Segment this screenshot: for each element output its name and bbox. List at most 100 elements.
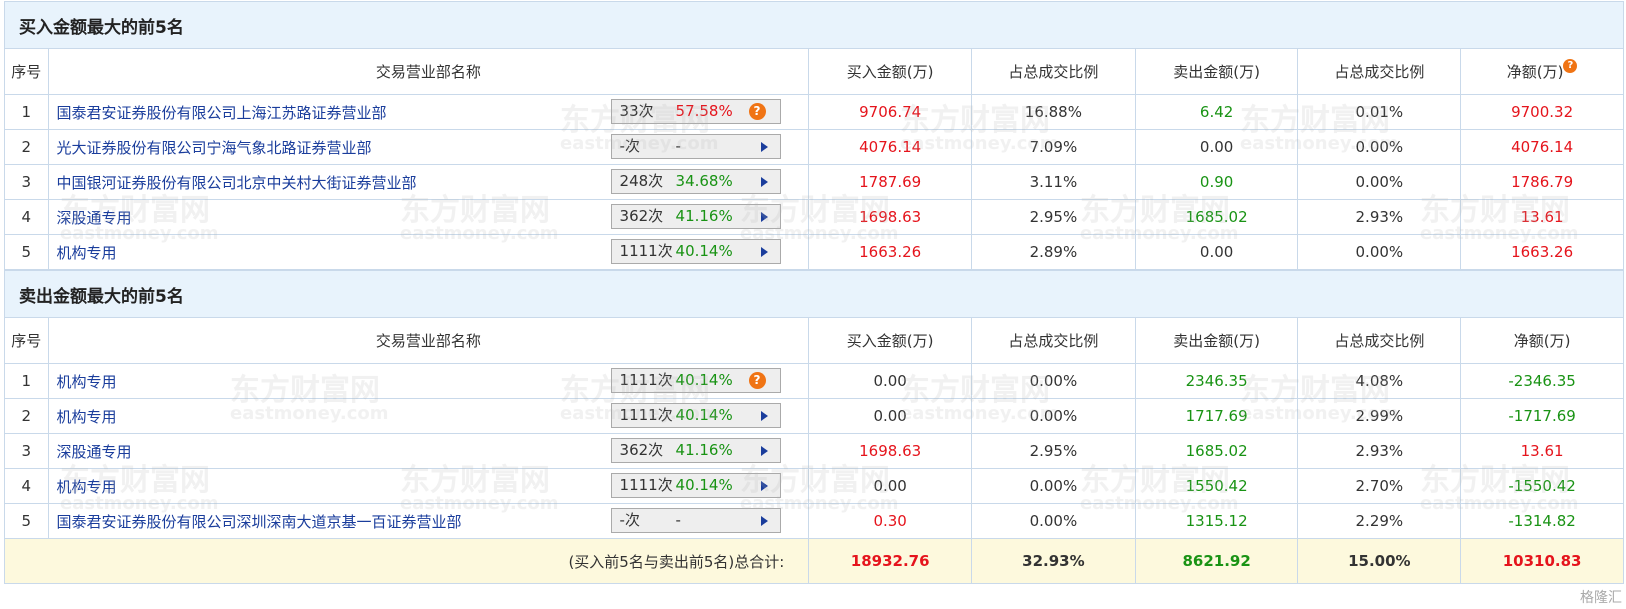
net-amount: 4076.14 bbox=[1460, 129, 1624, 165]
table-row: 5 国泰君安证券股份有限公司深圳深南大道京基一百证券营业部 -次 - 0.30 0.00%… bbox=[4, 503, 1624, 539]
total-sell-ratio: 15.00% bbox=[1297, 538, 1462, 584]
buy-amount: 1787.69 bbox=[808, 164, 973, 200]
net-amount: -1550.42 bbox=[1460, 468, 1624, 504]
dept-name-link[interactable]: 机构专用 bbox=[57, 373, 117, 391]
history-rate: 41.16% bbox=[675, 441, 733, 459]
dept-name-link[interactable]: 国泰君安证券股份有限公司深圳深南大道京基一百证券营业部 bbox=[57, 513, 462, 531]
buy-amount: 4076.14 bbox=[808, 129, 973, 165]
lhb-tables: 买入金额最大的前5名 序号 交易营业部名称 买入金额(万) 占总成交比例 卖出金… bbox=[3, 1, 1624, 584]
buy-amount: 0.00 bbox=[808, 398, 973, 434]
play-arrow-icon[interactable] bbox=[760, 142, 768, 152]
section-title-buy: 买入金额最大的前5名 bbox=[4, 1, 1624, 49]
sell-ratio: 0.00% bbox=[1297, 164, 1462, 200]
history-rate: 41.16% bbox=[675, 207, 733, 225]
history-badge[interactable]: -次 - bbox=[610, 508, 781, 533]
buy-ratio: 0.00% bbox=[971, 398, 1136, 434]
buy-amount: 0.30 bbox=[808, 503, 973, 539]
sell-ratio: 2.99% bbox=[1297, 398, 1462, 434]
buy-ratio: 2.89% bbox=[971, 234, 1136, 270]
buy-ratio: 0.00% bbox=[971, 468, 1136, 504]
history-rate: - bbox=[675, 137, 681, 155]
history-count: 362次 bbox=[619, 207, 664, 225]
history-count: -次 bbox=[619, 511, 640, 529]
history-count: 1111次 bbox=[619, 371, 673, 389]
buy-ratio: 3.11% bbox=[971, 164, 1136, 200]
total-buy-ratio: 32.93% bbox=[971, 538, 1136, 584]
history-badge[interactable]: 1111次 40.14% bbox=[610, 473, 781, 498]
dept-name-link[interactable]: 光大证券股份有限公司宁海气象北路证券营业部 bbox=[57, 139, 372, 157]
history-badge[interactable]: 33次 57.58%? bbox=[610, 99, 781, 124]
corner-watermark: 格隆汇 bbox=[1580, 590, 1622, 606]
col-buy-ratio: 占总成交比例 bbox=[971, 317, 1136, 364]
sell-amount: 1685.02 bbox=[1134, 199, 1299, 235]
net-amount: -1314.82 bbox=[1460, 503, 1624, 539]
net-amount: -2346.35 bbox=[1460, 363, 1624, 399]
history-rate: 40.14% bbox=[675, 371, 733, 389]
dept-cell: 国泰君安证券股份有限公司深圳深南大道京基一百证券营业部 -次 - bbox=[47, 503, 810, 539]
total-sell: 8621.92 bbox=[1134, 538, 1299, 584]
row-no: 3 bbox=[4, 433, 49, 469]
buy-amount: 1663.26 bbox=[808, 234, 973, 270]
buy-header-row: 序号 交易营业部名称 买入金额(万) 占总成交比例 卖出金额(万) 占总成交比例… bbox=[4, 48, 1624, 95]
dept-name-link[interactable]: 机构专用 bbox=[57, 478, 117, 496]
table-row: 1 国泰君安证券股份有限公司上海江苏路证券营业部 33次 57.58%? 9706.74… bbox=[4, 94, 1624, 130]
play-arrow-icon[interactable] bbox=[760, 446, 768, 456]
col-sell: 卖出金额(万) bbox=[1134, 317, 1299, 364]
table-row: 3 中国银河证券股份有限公司北京中关村大街证券营业部 248次 34.68% 1787.… bbox=[4, 164, 1624, 200]
col-net: 净额(万)? bbox=[1460, 48, 1624, 95]
dept-cell: 国泰君安证券股份有限公司上海江苏路证券营业部 33次 57.58%? bbox=[47, 94, 810, 130]
history-badge[interactable]: 362次 41.16% bbox=[610, 204, 781, 229]
sell-amount: 6.42 bbox=[1134, 94, 1299, 130]
dept-cell: 机构专用 1111次 40.14%? bbox=[47, 363, 810, 399]
col-net: 净额(万) bbox=[1460, 317, 1624, 364]
dept-cell: 机构专用 1111次 40.14% bbox=[47, 234, 810, 270]
dept-name-link[interactable]: 国泰君安证券股份有限公司上海江苏路证券营业部 bbox=[57, 104, 387, 122]
dept-name-link[interactable]: 机构专用 bbox=[57, 244, 117, 262]
question-help-icon[interactable]: ? bbox=[748, 372, 766, 389]
history-rate: 34.68% bbox=[675, 172, 733, 190]
play-arrow-icon[interactable] bbox=[760, 411, 768, 421]
history-badge[interactable]: 248次 34.68% bbox=[610, 169, 781, 194]
dept-name-link[interactable]: 中国银河证券股份有限公司北京中关村大街证券营业部 bbox=[57, 174, 417, 192]
col-sell-ratio: 占总成交比例 bbox=[1297, 48, 1462, 95]
question-help-icon[interactable]: ? bbox=[748, 103, 766, 120]
total-row: (买入前5名与卖出前5名)总合计: 18932.76 32.93% 8621.9… bbox=[3, 538, 1624, 584]
total-label: (买入前5名与卖出前5名)总合计: bbox=[3, 538, 810, 584]
history-badge[interactable]: 362次 41.16% bbox=[610, 438, 781, 463]
table-row: 4 机构专用 1111次 40.14% 0.00 0.00% 1550.42 2.70% -15… bbox=[4, 468, 1624, 504]
dept-cell: 中国银河证券股份有限公司北京中关村大街证券营业部 248次 34.68% bbox=[47, 164, 810, 200]
col-no: 序号 bbox=[4, 48, 49, 95]
col-buy-ratio: 占总成交比例 bbox=[971, 48, 1136, 95]
table-row: 4 深股通专用 362次 41.16% 1698.63 2.95% 1685.02 2.93%… bbox=[4, 199, 1624, 235]
play-arrow-icon[interactable] bbox=[760, 516, 768, 526]
buy-ratio: 7.09% bbox=[971, 129, 1136, 165]
dept-name-link[interactable]: 深股通专用 bbox=[57, 209, 132, 227]
col-buy: 买入金额(万) bbox=[808, 48, 973, 95]
play-arrow-icon[interactable] bbox=[760, 481, 768, 491]
dept-name-link[interactable]: 机构专用 bbox=[57, 408, 117, 426]
table-row: 5 机构专用 1111次 40.14% 1663.26 2.89% 0.00 0.00% 166… bbox=[4, 234, 1624, 270]
history-badge[interactable]: 1111次 40.14% bbox=[610, 239, 781, 264]
row-no: 1 bbox=[4, 363, 49, 399]
history-badge[interactable]: 1111次 40.14% bbox=[610, 403, 781, 428]
table-row: 3 深股通专用 362次 41.16% 1698.63 2.95% 1685.02 2.93%… bbox=[4, 433, 1624, 469]
history-rate: 40.14% bbox=[675, 242, 733, 260]
buy-amount: 1698.63 bbox=[808, 433, 973, 469]
play-arrow-icon[interactable] bbox=[760, 212, 768, 222]
dept-name-link[interactable]: 深股通专用 bbox=[57, 443, 132, 461]
net-amount: 13.61 bbox=[1460, 199, 1624, 235]
history-badge[interactable]: 1111次 40.14%? bbox=[610, 368, 781, 393]
history-count: 33次 bbox=[619, 102, 654, 120]
col-name: 交易营业部名称 bbox=[47, 48, 810, 95]
history-badge[interactable]: -次 - bbox=[610, 134, 781, 159]
history-count: 1111次 bbox=[619, 406, 673, 424]
row-no: 2 bbox=[4, 129, 49, 165]
sell-ratio: 0.00% bbox=[1297, 129, 1462, 165]
net-amount: 1786.79 bbox=[1460, 164, 1624, 200]
col-no: 序号 bbox=[4, 317, 49, 364]
question-help-icon[interactable]: ? bbox=[1563, 59, 1578, 73]
play-arrow-icon[interactable] bbox=[760, 247, 768, 257]
row-no: 5 bbox=[4, 503, 49, 539]
net-amount: 13.61 bbox=[1460, 433, 1624, 469]
play-arrow-icon[interactable] bbox=[760, 177, 768, 187]
